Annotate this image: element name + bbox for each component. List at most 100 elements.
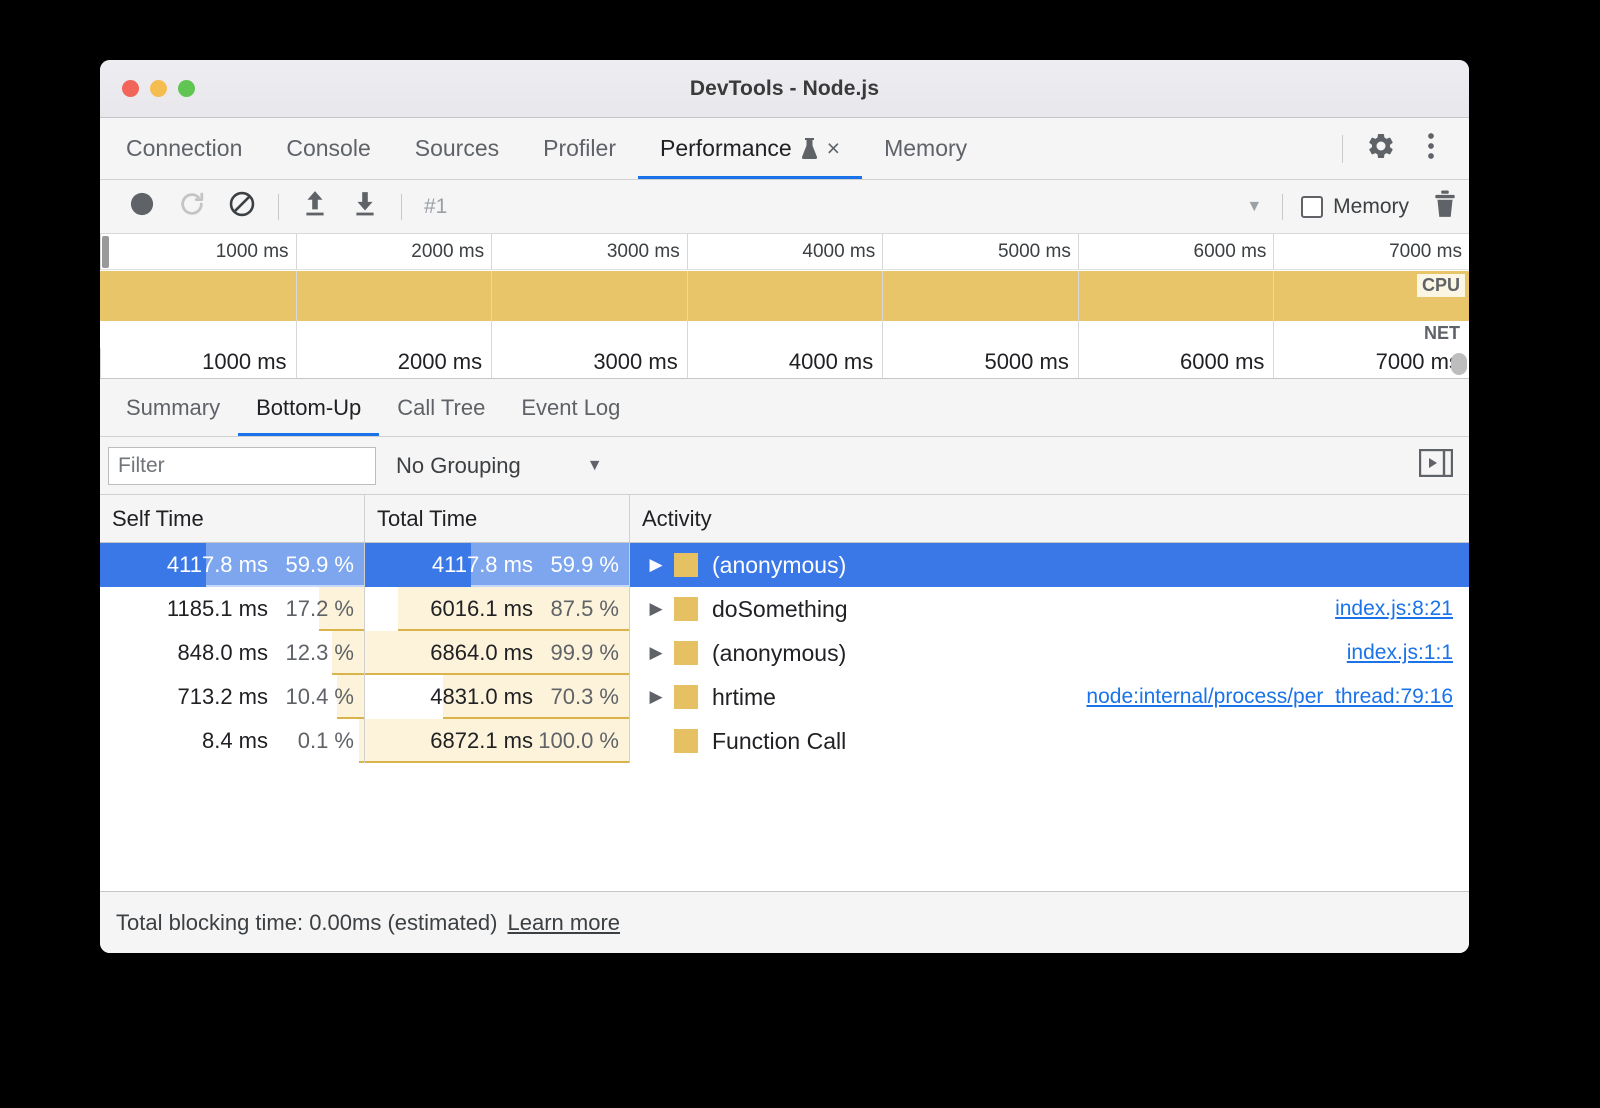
activity-color-swatch: [674, 685, 698, 709]
overview-scrollbar-thumb[interactable]: [1451, 353, 1467, 375]
network-band: [100, 321, 1469, 349]
tab-sources-label: Sources: [415, 135, 499, 162]
tab-call-tree[interactable]: Call Tree: [379, 379, 503, 436]
activity-source-link[interactable]: index.js:8:21: [1335, 597, 1453, 621]
self-time-percent: 0.1 %: [268, 728, 354, 754]
tab-profiler-label: Profiler: [543, 135, 616, 162]
overview-gridline: [1078, 271, 1079, 348]
settings-button[interactable]: [1359, 127, 1403, 171]
memory-checkbox-label: Memory: [1333, 195, 1409, 219]
save-profile-button[interactable]: [341, 185, 389, 229]
total-time-value: 6016.1 ms: [405, 596, 533, 622]
tab-event-log[interactable]: Event Log: [503, 379, 638, 436]
minimize-window-button[interactable]: [150, 80, 167, 97]
tab-performance[interactable]: Performance ×: [638, 118, 862, 179]
close-window-button[interactable]: [122, 80, 139, 97]
tab-bottom-up[interactable]: Bottom-Up: [238, 379, 379, 436]
table-row[interactable]: 1185.1 ms17.2 %6016.1 ms87.5 %▶doSomethi…: [100, 587, 1469, 631]
tab-sources[interactable]: Sources: [393, 118, 521, 179]
more-options-button[interactable]: [1409, 127, 1453, 171]
total-time-value: 4117.8 ms: [405, 552, 533, 578]
maximize-window-button[interactable]: [178, 80, 195, 97]
self-time-value: 713.2 ms: [140, 684, 268, 710]
grouping-select[interactable]: No Grouping ▼: [396, 453, 603, 479]
cell-self-time: 848.0 ms12.3 %: [100, 631, 365, 675]
activity-source-link[interactable]: index.js:1:1: [1347, 641, 1453, 665]
bottom-up-table: Self Time Total Time Activity 4117.8 ms5…: [100, 495, 1469, 891]
overview-bottom-tick: 5000 ms: [882, 348, 1078, 378]
record-button[interactable]: [118, 185, 166, 229]
reload-and-record-button[interactable]: [168, 185, 216, 229]
tab-profiler[interactable]: Profiler: [521, 118, 638, 179]
tab-memory-label: Memory: [884, 135, 967, 162]
activity-name: hrtime: [712, 684, 776, 711]
cell-self-time: 4117.8 ms59.9 %: [100, 543, 365, 587]
memory-checkbox-box[interactable]: [1301, 196, 1323, 218]
delete-recording-button[interactable]: [1421, 185, 1469, 229]
activity-color-swatch: [674, 641, 698, 665]
expand-triangle-icon[interactable]: ▶: [644, 555, 668, 575]
overview-gridline: [687, 271, 688, 348]
overview-top-tick: 1000 ms: [100, 234, 296, 270]
self-time-percent: 10.4 %: [268, 684, 354, 710]
overview-top-tick: 6000 ms: [1078, 234, 1274, 270]
total-time-percent: 70.3 %: [533, 684, 619, 710]
record-circle-icon: [128, 190, 156, 223]
learn-more-link[interactable]: Learn more: [508, 910, 621, 936]
trash-icon: [1433, 190, 1457, 223]
window-title: DevTools - Node.js: [100, 77, 1469, 101]
table-row[interactable]: 8.4 ms0.1 %6872.1 ms100.0 %▶Function Cal…: [100, 719, 1469, 763]
memory-checkbox[interactable]: Memory: [1295, 195, 1409, 219]
cell-total-time: 4831.0 ms70.3 %: [365, 675, 630, 719]
divider: [1282, 194, 1283, 220]
column-header-self-time[interactable]: Self Time: [100, 495, 365, 542]
cell-total-time: 6872.1 ms100.0 %: [365, 719, 630, 763]
self-time-value: 8.4 ms: [140, 728, 268, 754]
table-row[interactable]: 713.2 ms10.4 %4831.0 ms70.3 %▶hrtimenode…: [100, 675, 1469, 719]
chevron-down-icon: ▼: [587, 457, 603, 475]
tabstrip-actions: [1332, 118, 1469, 179]
total-time-value: 6864.0 ms: [405, 640, 533, 666]
expand-triangle-icon[interactable]: ▶: [644, 687, 668, 707]
overview-window-left-handle[interactable]: [102, 236, 109, 268]
tab-performance-label: Performance: [660, 135, 792, 162]
cell-self-time: 1185.1 ms17.2 %: [100, 587, 365, 631]
tab-connection-label: Connection: [126, 135, 242, 162]
expand-triangle-icon[interactable]: ▶: [644, 599, 668, 619]
table-row[interactable]: 848.0 ms12.3 %6864.0 ms99.9 %▶(anonymous…: [100, 631, 1469, 675]
total-time-value: 4831.0 ms: [405, 684, 533, 710]
column-header-activity[interactable]: Activity: [630, 495, 1469, 542]
table-row[interactable]: 4117.8 ms59.9 %4117.8 ms59.9 %▶(anonymou…: [100, 543, 1469, 587]
close-performance-tab-icon[interactable]: ×: [827, 137, 840, 160]
tab-summary[interactable]: Summary: [108, 379, 238, 436]
clear-recording-button[interactable]: [218, 185, 266, 229]
overview-bottom-tick: 7000 ms: [1273, 348, 1469, 378]
column-header-total-time[interactable]: Total Time: [365, 495, 630, 542]
tab-memory[interactable]: Memory: [862, 118, 989, 179]
cpu-band-label: CPU: [1417, 274, 1465, 297]
tab-console[interactable]: Console: [264, 118, 392, 179]
activity-color-swatch: [674, 729, 698, 753]
cell-activity: ▶ (anonymous): [630, 543, 1469, 587]
activity-name: Function Call: [712, 728, 846, 755]
timeline-overview[interactable]: 1000 ms2000 ms3000 ms4000 ms5000 ms6000 …: [100, 234, 1469, 379]
cell-total-time: 4117.8 ms59.9 %: [365, 543, 630, 587]
cell-self-time: 713.2 ms10.4 %: [100, 675, 365, 719]
flask-icon: [801, 137, 818, 160]
activity-name: (anonymous): [712, 552, 846, 579]
overview-bottom-tick: 6000 ms: [1078, 348, 1274, 378]
expand-triangle-icon[interactable]: ▶: [644, 643, 668, 663]
overview-gridline: [1273, 271, 1274, 348]
filter-input[interactable]: [108, 447, 376, 485]
tab-connection[interactable]: Connection: [100, 118, 264, 179]
overview-bottom-tick: 3000 ms: [491, 348, 687, 378]
load-profile-button[interactable]: [291, 185, 339, 229]
activity-source-link[interactable]: node:internal/process/per_thread:79:16: [1086, 685, 1453, 709]
tab-event-log-label: Event Log: [521, 395, 620, 421]
divider: [1342, 135, 1343, 163]
total-time-percent: 59.9 %: [533, 552, 619, 578]
profile-select-caret[interactable]: ▼: [1238, 198, 1270, 216]
sidebar-toggle-button[interactable]: [1419, 451, 1457, 481]
overview-top-tick: 5000 ms: [882, 234, 1078, 270]
self-time-percent: 59.9 %: [268, 552, 354, 578]
